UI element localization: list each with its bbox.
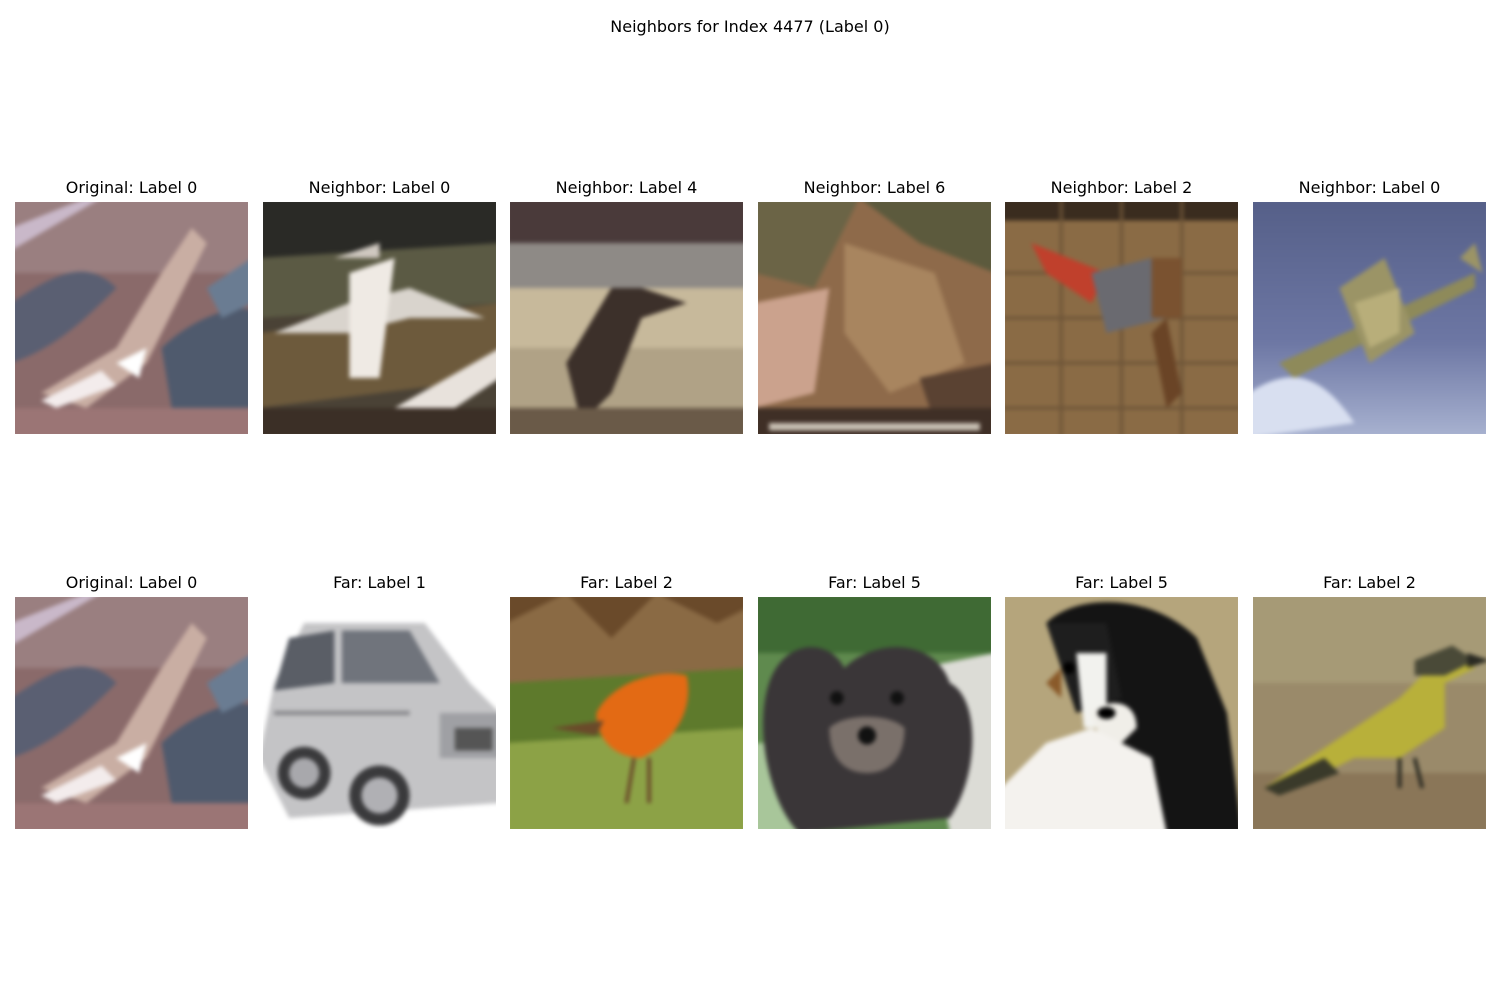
- panel-title: Neighbor: Label 6: [803, 178, 946, 197]
- panel-title: Original: Label 0: [65, 573, 198, 592]
- yellow-bird-photo: [1253, 597, 1486, 829]
- figure-title: Neighbors for Index 4477 (Label 0): [610, 17, 890, 36]
- panel-title: Far: Label 5: [1075, 573, 1168, 592]
- silver-car-photo: [263, 597, 496, 829]
- airplane-aerial-photo: [15, 202, 248, 434]
- panel-title: Neighbor: Label 0: [1298, 178, 1441, 197]
- blurry-animal-photo: [510, 202, 743, 434]
- panel-title: Neighbor: Label 2: [1050, 178, 1193, 197]
- panel-title: Neighbor: Label 4: [555, 178, 698, 197]
- black-dog-photo: [758, 597, 991, 829]
- panel-title: Far: Label 1: [333, 573, 426, 592]
- bernese-dog-photo: [1005, 597, 1238, 829]
- panel-title: Neighbor: Label 0: [308, 178, 451, 197]
- panel-title: Original: Label 0: [65, 178, 198, 197]
- frog-on-rocks-photo: [758, 202, 991, 434]
- panel-title: Far: Label 2: [580, 573, 673, 592]
- panel-title: Far: Label 2: [1323, 573, 1416, 592]
- panel-title: Far: Label 5: [828, 573, 921, 592]
- orange-bird-on-grass-photo: [510, 597, 743, 829]
- propeller-plane-in-sky-photo: [1253, 202, 1486, 434]
- white-jet-over-ground-photo: [263, 202, 496, 434]
- bird-on-wall-photo: [1005, 202, 1238, 434]
- airplane-aerial-photo: [15, 597, 248, 829]
